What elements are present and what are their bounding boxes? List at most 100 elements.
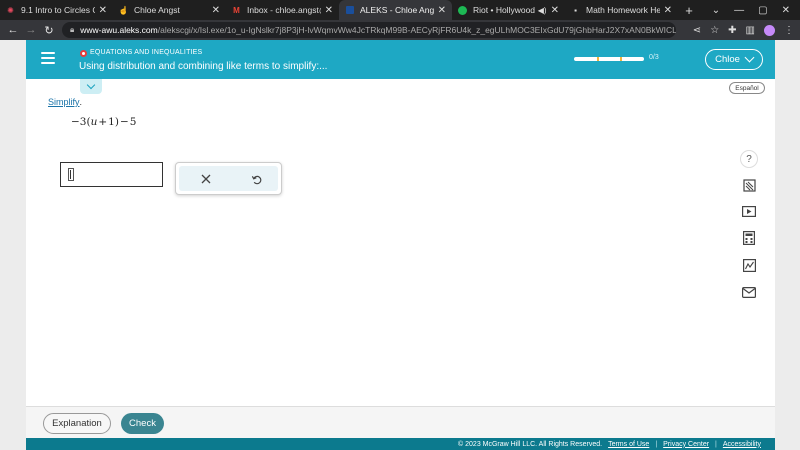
- share-icon[interactable]: ⋖: [693, 25, 701, 36]
- back-icon[interactable]: ←: [4, 24, 22, 36]
- copyright-text: © 2023 McGraw Hill LLC. All Rights Reser…: [458, 440, 603, 448]
- chevron-down-icon[interactable]: ⌄: [712, 5, 720, 16]
- new-tab-button[interactable]: +: [678, 0, 700, 20]
- message-button[interactable]: [739, 282, 759, 302]
- expr-plus: +: [98, 116, 108, 128]
- doc-icon: ▪: [574, 5, 577, 15]
- bookmark-star-icon[interactable]: ☆: [710, 25, 719, 36]
- undo-button[interactable]: [246, 169, 266, 189]
- check-button[interactable]: Check: [121, 413, 164, 434]
- input-placeholder-box: [68, 168, 74, 181]
- close-tab-icon[interactable]: ✕: [99, 5, 107, 16]
- action-bar: Explanation Check: [26, 406, 775, 438]
- tab-title: ALEKS - Chloe Angst - L...: [360, 5, 434, 15]
- help-button[interactable]: ?: [739, 149, 759, 169]
- question-mark-icon: ?: [740, 150, 758, 168]
- browser-tab[interactable]: ▪ Math Homework Help ... ✕: [565, 0, 678, 20]
- lock-icon[interactable]: 🔒︎: [70, 25, 74, 35]
- footer-separator: |: [655, 440, 658, 448]
- clear-answer-button[interactable]: [196, 169, 216, 189]
- mail-icon: [742, 286, 756, 298]
- browser-tab[interactable]: M Inbox - chloe.angst@sc... ✕: [226, 0, 339, 20]
- kebab-menu-icon[interactable]: ⋮: [784, 25, 794, 36]
- tab-title: 9.1 Intro to Circles Che...: [21, 5, 95, 15]
- progress-count: 0/3: [649, 54, 659, 61]
- close-icon: [201, 174, 211, 184]
- profile-avatar[interactable]: [764, 24, 775, 36]
- graph-icon: [742, 258, 756, 272]
- collapse-header-button[interactable]: [80, 79, 102, 94]
- browser-tab[interactable]: ☝ Chloe Angst ✕: [113, 0, 226, 20]
- close-tab-icon[interactable]: ✕: [212, 5, 220, 16]
- privacy-link[interactable]: Privacy Center: [663, 441, 709, 448]
- expr-minus: −: [119, 116, 129, 128]
- side-panel-icon[interactable]: ▥: [746, 25, 755, 36]
- browser-toolbar: ← → ↻ 🔒︎ www-awu.aleks.com/alekscgi/x/Is…: [0, 20, 800, 40]
- expr-constant: 5: [129, 116, 137, 128]
- speaker-icon[interactable]: ◀): [538, 6, 547, 15]
- reload-icon[interactable]: ↻: [40, 24, 58, 37]
- forward-icon[interactable]: →: [22, 24, 40, 36]
- close-tab-icon[interactable]: ✕: [551, 5, 559, 16]
- chevron-down-icon: [86, 80, 96, 90]
- graph-button[interactable]: [739, 255, 759, 275]
- browser-actions: ⋖ ☆ ✚ ▥ ⋮: [693, 20, 794, 40]
- legal-footer: © 2023 McGraw Hill LLC. All Rights Reser…: [26, 438, 775, 450]
- explanation-button[interactable]: Explanation: [43, 413, 111, 434]
- gmail-icon: M: [233, 5, 240, 15]
- aleks-icon: [345, 6, 354, 15]
- undo-icon: [251, 175, 261, 184]
- tab-title: Math Homework Help ...: [586, 5, 660, 15]
- tab-title: Inbox - chloe.angst@sc...: [247, 5, 321, 15]
- minimize-icon[interactable]: —: [734, 5, 744, 16]
- calculator-button[interactable]: [739, 228, 759, 248]
- expr-coefficient: −3: [71, 116, 87, 128]
- progress-segment-divider: [597, 57, 599, 61]
- topic-progress-ring-icon: [80, 50, 87, 57]
- aleks-header: EQUATIONS AND INEQUALITIES Using distrib…: [26, 40, 775, 79]
- textbook-button[interactable]: [739, 175, 759, 195]
- instruction-text: Simplify: [48, 97, 80, 107]
- progress-segment-divider: [620, 57, 622, 61]
- user-menu-button[interactable]: Chloe: [705, 49, 763, 70]
- hamburger-menu-icon[interactable]: [41, 52, 55, 64]
- answer-tools-panel: [175, 162, 282, 195]
- simplify-instruction-link[interactable]: Simplify.: [48, 97, 82, 107]
- maximize-icon[interactable]: ▢: [758, 5, 767, 16]
- spotify-icon: [458, 5, 467, 15]
- tab-title: Chloe Angst: [134, 5, 180, 15]
- terms-link[interactable]: Terms of Use: [608, 441, 649, 448]
- browser-tab-strip: ✺ 9.1 Intro to Circles Che... ✕ ☝ Chloe …: [0, 0, 800, 20]
- chevron-down-icon: [744, 52, 755, 63]
- answer-tools-inner: [179, 166, 278, 191]
- textbook-icon: [742, 178, 756, 192]
- window-controls: ⌄ — ▢ ✕: [712, 0, 800, 20]
- video-button[interactable]: [739, 201, 759, 221]
- extensions-icon[interactable]: ✚: [728, 25, 736, 36]
- spinner-icon: ✺: [7, 5, 14, 15]
- math-expression: −3(u+1)−5: [71, 116, 136, 128]
- browser-tab-active[interactable]: ALEKS - Chloe Angst - L... ✕: [339, 0, 452, 20]
- browser-tab[interactable]: ✺ 9.1 Intro to Circles Che... ✕: [0, 0, 113, 20]
- user-name: Chloe: [715, 54, 740, 65]
- instruction-period: .: [79, 97, 83, 107]
- problem-area: Español Simplify. −3(u+1)−5 ?: [26, 79, 775, 406]
- expr-constant: 1: [108, 116, 115, 128]
- tab-title: Riot • Hollywood U...: [473, 5, 536, 15]
- accessibility-link[interactable]: Accessibility: [723, 441, 761, 448]
- close-tab-icon[interactable]: ✕: [325, 5, 333, 16]
- text-caret: [70, 170, 71, 179]
- close-tab-icon[interactable]: ✕: [664, 5, 672, 16]
- calculator-icon: [743, 231, 755, 245]
- url-text: www-awu.aleks.com/alekscgi/x/Isl.exe/1o_…: [80, 25, 676, 35]
- close-window-icon[interactable]: ✕: [782, 5, 790, 16]
- topic-progress-bar: [574, 57, 644, 61]
- video-play-icon: [742, 205, 756, 217]
- footer-separator: |: [715, 440, 717, 448]
- address-bar[interactable]: 🔒︎ www-awu.aleks.com/alekscgi/x/Isl.exe/…: [62, 22, 676, 38]
- spanish-language-button[interactable]: Español: [729, 82, 765, 94]
- close-tab-icon[interactable]: ✕: [438, 5, 446, 16]
- answer-input[interactable]: [60, 162, 163, 187]
- browser-tab[interactable]: Riot • Hollywood U... ◀) ✕: [452, 0, 565, 20]
- topic-title: Using distribution and combining like te…: [79, 61, 328, 72]
